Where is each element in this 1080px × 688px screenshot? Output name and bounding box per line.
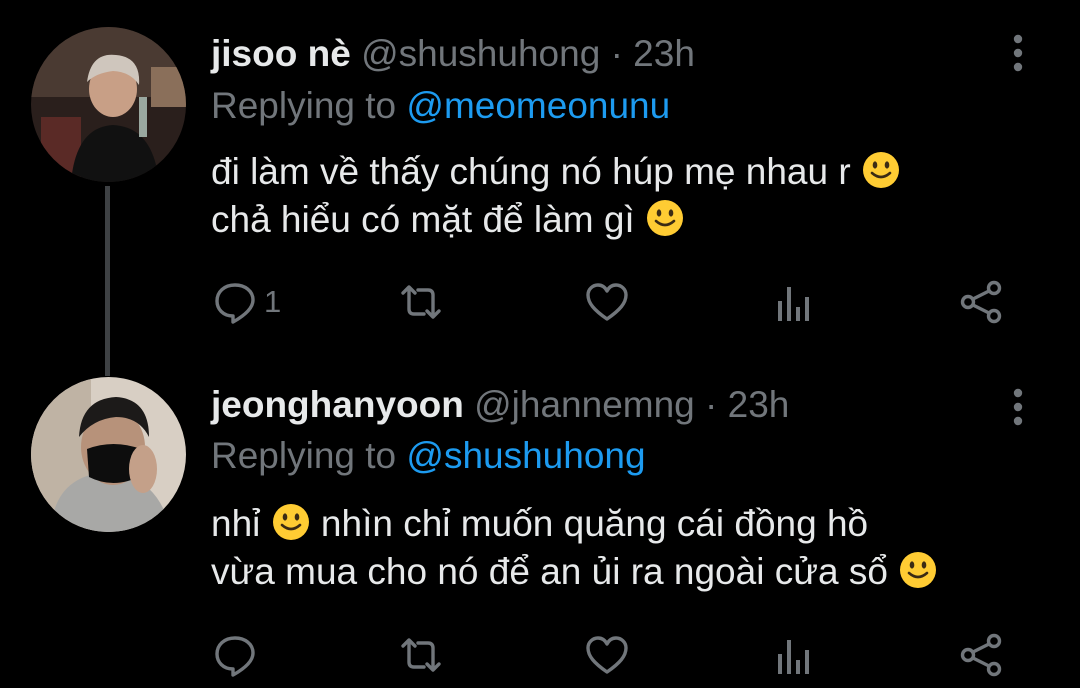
retweet-icon (401, 285, 441, 319)
user-handle[interactable]: @shushuhong (361, 33, 600, 74)
slightly-smiling-face-emoji (898, 550, 938, 590)
reply-icon (215, 283, 255, 324)
tweet-text-line: nhìn chỉ muốn quăng cái đồng hồ (310, 503, 869, 544)
reply-count: 1 (264, 284, 282, 319)
more-options-button[interactable] (1003, 384, 1033, 430)
stats-icon (778, 287, 809, 321)
like-button[interactable] (584, 277, 630, 327)
replying-to-label: Replying to (211, 85, 407, 126)
share-icon (960, 280, 1002, 324)
like-icon (586, 283, 628, 321)
like-icon (586, 636, 628, 674)
timestamp[interactable]: 23h (633, 33, 695, 74)
avatar[interactable] (31, 27, 186, 182)
tweet-text: đi làm về thấy chúng nó húp mẹ nhau r ch… (211, 148, 1011, 244)
stats-icon (778, 640, 809, 674)
more-vertical-icon (1013, 34, 1023, 72)
share-icon (960, 633, 1002, 677)
like-button[interactable] (584, 630, 630, 680)
slightly-smiling-face-emoji (645, 198, 685, 238)
avatar[interactable] (31, 377, 186, 532)
timestamp[interactable]: 23h (728, 384, 790, 425)
reply-icon (215, 636, 255, 677)
tweet[interactable]: jisoo nè @shushuhong · 23h Replying to @… (0, 0, 1080, 346)
tweet-header: jeonghanyoon @jhannemng · 23h (211, 382, 789, 428)
tweet-text-line: chả hiểu có mặt để làm gì (211, 199, 645, 240)
more-options-button[interactable] (1003, 30, 1033, 76)
display-name[interactable]: jeonghanyoon (211, 384, 464, 425)
separator-dot: · (610, 33, 623, 74)
tweet-text-line: đi làm về thấy chúng nó húp mẹ nhau r (211, 151, 861, 192)
retweet-button[interactable] (398, 277, 444, 327)
analytics-button[interactable] (771, 277, 817, 327)
slightly-smiling-face-emoji (861, 150, 901, 190)
tweet[interactable]: jeonghanyoon @jhannemng · 23h Replying t… (0, 346, 1080, 688)
more-vertical-icon (1013, 388, 1023, 426)
replying-to: Replying to @shushuhong (211, 434, 646, 478)
tweet-actions (0, 630, 1080, 680)
replying-to: Replying to @meomeonunu (211, 84, 670, 128)
tweet-actions: 1 (0, 277, 1080, 327)
share-button[interactable] (958, 277, 1004, 327)
tweet-text: nhỉ nhìn chỉ muốn quăng cái đồng hồ vừa … (211, 500, 1011, 596)
retweet-icon (401, 638, 441, 672)
display-name[interactable]: jisoo nè (211, 33, 351, 74)
analytics-button[interactable] (771, 630, 817, 680)
retweet-button[interactable] (398, 630, 444, 680)
replying-to-label: Replying to (211, 435, 407, 476)
tweet-text-line: nhỉ (211, 503, 271, 544)
slightly-smiling-face-emoji (271, 502, 311, 542)
user-handle[interactable]: @jhannemng (474, 384, 695, 425)
reply-button[interactable] (212, 630, 264, 680)
tweet-text-line: vừa mua cho nó để an ủi ra ngoài cửa sổ (211, 551, 899, 592)
share-button[interactable] (958, 630, 1004, 680)
tweet-header: jisoo nè @shushuhong · 23h (211, 31, 695, 77)
separator-dot: · (705, 384, 718, 425)
reply-button[interactable]: 1 (212, 277, 281, 327)
mention-link[interactable]: @shushuhong (406, 435, 645, 476)
mention-link[interactable]: @meomeonunu (406, 85, 670, 126)
